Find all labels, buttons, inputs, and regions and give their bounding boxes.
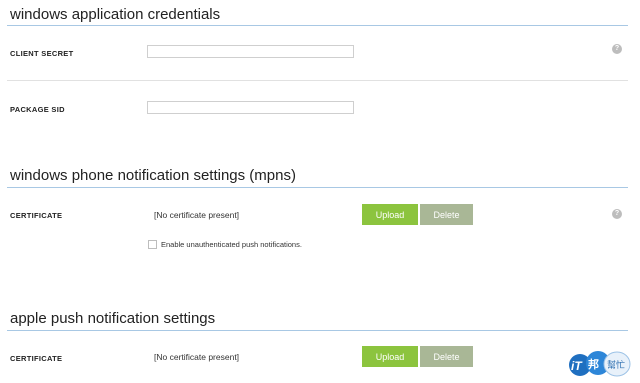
unauthenticated-push-row: Enable unauthenticated push notification…: [148, 240, 302, 249]
apns-upload-button[interactable]: Upload: [362, 346, 418, 367]
package-sid-label: PACKAGE SID: [10, 105, 65, 114]
apns-certificate-status: [No certificate present]: [154, 352, 240, 362]
section-divider: [7, 25, 628, 26]
apns-certificate-label: CERTIFICATE: [10, 354, 63, 363]
mpns-certificate-label: CERTIFICATE: [10, 211, 63, 220]
mpns-upload-button[interactable]: Upload: [362, 204, 418, 225]
section-title-windows-app: windows application credentials: [10, 6, 221, 23]
unauthenticated-push-label: Enable unauthenticated push notification…: [161, 240, 302, 249]
apns-delete-button[interactable]: Delete: [420, 346, 473, 367]
mpns-certificate-status: [No certificate present]: [154, 210, 240, 220]
row-divider: [7, 80, 628, 81]
help-icon[interactable]: ?: [612, 209, 622, 219]
mpns-delete-button[interactable]: Delete: [420, 204, 473, 225]
section-title-mpns: windows phone notification settings (mpn…: [10, 167, 296, 184]
svg-text:iT: iT: [571, 359, 583, 373]
ithome-watermark-logo: iT 邦 幫忙: [569, 351, 631, 377]
package-sid-input[interactable]: [147, 101, 354, 114]
client-secret-label: CLIENT SECRET: [10, 49, 74, 58]
svg-text:邦: 邦: [588, 357, 599, 371]
section-title-apns: apple push notification settings: [10, 310, 216, 327]
client-secret-input[interactable]: [147, 45, 354, 58]
svg-text:幫忙: 幫忙: [607, 359, 625, 371]
section-divider: [7, 187, 628, 188]
help-icon[interactable]: ?: [612, 44, 622, 54]
section-divider: [7, 330, 628, 331]
unauthenticated-push-checkbox[interactable]: [148, 240, 157, 249]
